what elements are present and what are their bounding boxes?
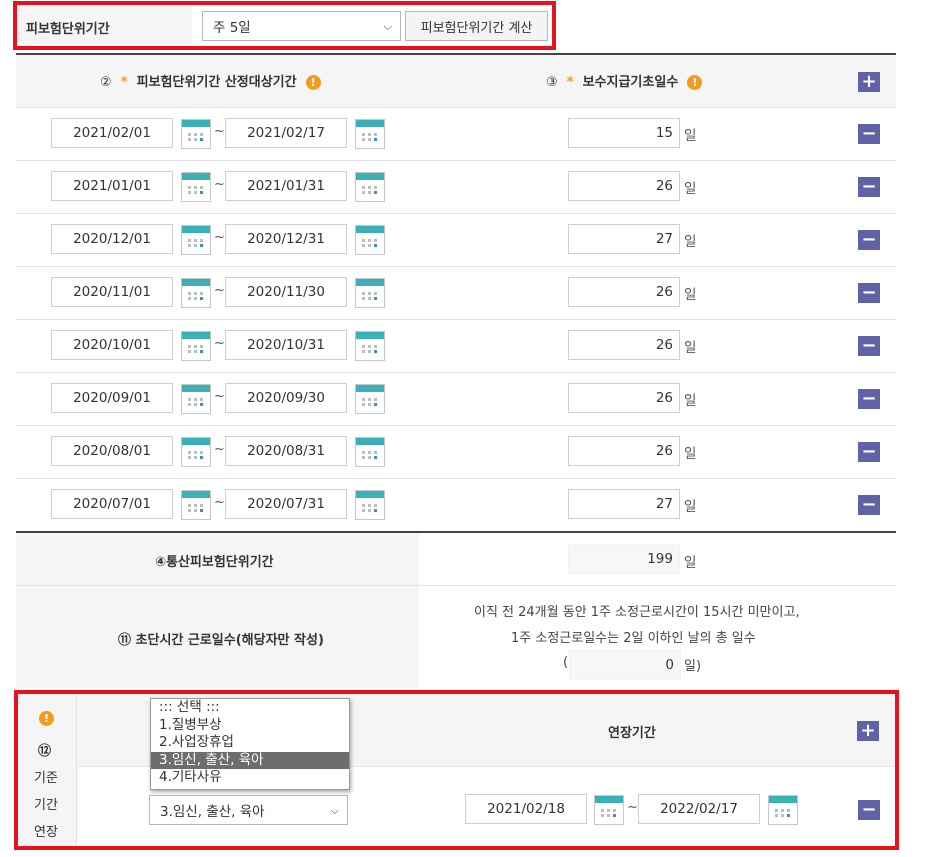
period-start-date-input[interactable]: 2020/10/01 (51, 330, 173, 360)
row-divider (16, 372, 896, 373)
period-start-date-input[interactable]: 2020/12/01 (51, 224, 173, 254)
pay-basis-days-input[interactable]: 26 (568, 383, 680, 413)
header-period-column: ② * 피보험단위기간 산정대상기간 ! (100, 71, 321, 90)
total-label: ④통산피보험단위기간 (155, 555, 274, 570)
pay-basis-days-input[interactable]: 15 (568, 118, 680, 148)
day-unit: 일 (684, 393, 697, 409)
date-range-tilde: ~ (214, 177, 225, 192)
calendar-icon[interactable] (181, 172, 211, 202)
period-end-date-input[interactable]: 2020/09/30 (225, 383, 347, 413)
day-unit: 일 (684, 181, 697, 197)
calendar-icon[interactable] (355, 278, 385, 308)
day-unit: 일 (684, 340, 697, 356)
header-days-label: 보수지급기초일수 (582, 75, 679, 90)
calendar-icon[interactable] (355, 119, 385, 149)
period-end-date-input[interactable]: 2020/07/31 (225, 489, 347, 519)
header-period-label: 피보험단위기간 산정대상기간 (136, 75, 297, 90)
calendar-icon[interactable] (181, 331, 211, 361)
row-divider (16, 213, 896, 214)
period-start-date-input[interactable]: 2020/08/01 (51, 436, 173, 466)
short-time-unit: 일) (684, 659, 702, 674)
remove-row-button[interactable]: − (858, 124, 880, 144)
row-divider (16, 425, 896, 426)
day-unit: 일 (684, 287, 697, 303)
date-range-tilde: ~ (214, 283, 225, 298)
calendar-icon[interactable] (355, 490, 385, 520)
row-divider (16, 160, 896, 161)
warning-icon[interactable]: ! (305, 75, 321, 90)
date-range-tilde: ~ (214, 230, 225, 245)
calendar-icon[interactable] (355, 225, 385, 255)
header-days-num: ③ (546, 75, 558, 90)
pay-basis-days-input[interactable]: 26 (568, 171, 680, 201)
row-divider (16, 266, 896, 267)
add-row-button[interactable]: + (858, 72, 880, 92)
pay-basis-days-input[interactable]: 26 (568, 277, 680, 307)
short-time-desc-2: 1주 소정근로일수는 2일 이하인 날의 총 일수 (511, 631, 756, 646)
period-start-date-input[interactable]: 2021/01/01 (51, 171, 173, 201)
pay-basis-days-input[interactable]: 27 (568, 224, 680, 254)
calendar-icon[interactable] (355, 437, 385, 467)
pay-basis-days-input[interactable]: 27 (568, 489, 680, 519)
date-range-tilde: ~ (214, 389, 225, 404)
row-divider (16, 478, 896, 479)
highlight-extension (14, 690, 899, 850)
highlight-unit-period (13, 1, 556, 50)
date-range-tilde: ~ (214, 336, 225, 351)
period-end-date-input[interactable]: 2020/11/30 (225, 277, 347, 307)
total-days-value: 199 (568, 544, 680, 574)
calendar-icon[interactable] (181, 278, 211, 308)
row-divider (16, 319, 896, 320)
remove-row-button[interactable]: − (858, 336, 880, 356)
total-days-unit: 일 (684, 555, 697, 571)
date-range-tilde: ~ (214, 442, 225, 457)
day-unit: 일 (684, 128, 697, 144)
period-start-date-input[interactable]: 2020/09/01 (51, 383, 173, 413)
calendar-icon[interactable] (181, 384, 211, 414)
period-end-date-input[interactable]: 2021/01/31 (225, 171, 347, 201)
period-start-date-input[interactable]: 2021/02/01 (51, 118, 173, 148)
required-star-icon: * (566, 75, 574, 90)
period-start-date-input[interactable]: 2020/11/01 (51, 277, 173, 307)
pay-basis-days-input[interactable]: 26 (568, 436, 680, 466)
day-unit: 일 (684, 234, 697, 250)
date-range-tilde: ~ (214, 124, 225, 139)
calendar-icon[interactable] (181, 437, 211, 467)
header-days-column: ③ * 보수지급기초일수 ! (546, 71, 703, 90)
calendar-icon[interactable] (355, 172, 385, 202)
remove-row-button[interactable]: − (858, 177, 880, 197)
calendar-icon[interactable] (355, 384, 385, 414)
period-end-date-input[interactable]: 2021/02/17 (225, 118, 347, 148)
required-star-icon: * (120, 75, 128, 90)
remove-row-button[interactable]: − (858, 389, 880, 409)
remove-row-button[interactable]: − (858, 230, 880, 250)
short-time-label: ⑪ 초단시간 근로일수(해당자만 작성) (118, 633, 324, 648)
short-time-paren-open: ( (563, 655, 569, 670)
remove-row-button[interactable]: − (858, 495, 880, 515)
calendar-icon[interactable] (355, 331, 385, 361)
remove-row-button[interactable]: − (858, 442, 880, 462)
header-divider (16, 107, 896, 108)
short-time-days-input[interactable]: 0 (569, 650, 681, 680)
date-range-tilde: ~ (214, 495, 225, 510)
period-end-date-input[interactable]: 2020/12/31 (225, 224, 347, 254)
header-period-num: ② (100, 75, 112, 90)
day-unit: 일 (684, 499, 697, 515)
short-time-desc-1: 이직 전 24개월 동안 1주 소정근로시간이 15시간 미만이고, (474, 605, 800, 620)
day-unit: 일 (684, 446, 697, 462)
period-end-date-input[interactable]: 2020/08/31 (225, 436, 347, 466)
warning-icon[interactable]: ! (687, 75, 703, 90)
period-end-date-input[interactable]: 2020/10/31 (225, 330, 347, 360)
remove-row-button[interactable]: − (858, 283, 880, 303)
calendar-icon[interactable] (181, 119, 211, 149)
calendar-icon[interactable] (181, 225, 211, 255)
period-start-date-input[interactable]: 2020/07/01 (51, 489, 173, 519)
calendar-icon[interactable] (181, 490, 211, 520)
pay-basis-days-input[interactable]: 26 (568, 330, 680, 360)
